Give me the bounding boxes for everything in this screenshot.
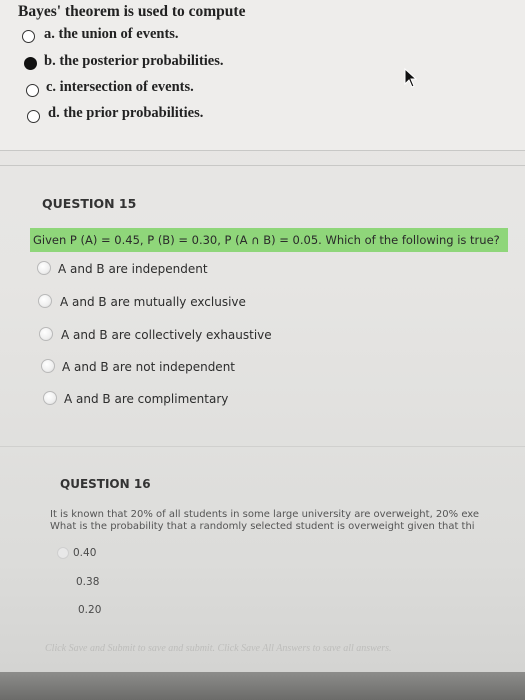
q14-option-c-label[interactable]: c. intersection of events. [46,79,194,96]
question-15-heading: QUESTION 15 [42,196,137,211]
question-16-heading: QUESTION 16 [60,477,151,491]
mouse-pointer-icon [404,68,418,88]
q14-option-c-radio[interactable] [26,84,39,97]
q15-option-1-radio[interactable] [37,261,51,275]
section-divider-q16 [0,446,525,447]
save-instructions: Click Save and Submit to save and submit… [45,643,392,654]
q15-option-4-radio[interactable] [41,359,55,373]
question-14-panel [0,0,525,150]
section-divider-q15 [0,165,525,166]
q15-option-5-radio[interactable] [43,391,57,405]
q14-option-b-radio[interactable] [24,57,37,70]
section-divider-top [0,150,525,151]
q15-option-4-label[interactable]: A and B are not independent [62,360,235,374]
q16-option-3-label[interactable]: 0.20 [78,604,101,616]
q16-option-2-label[interactable]: 0.38 [76,576,99,588]
q16-option-1-label[interactable]: 0.40 [73,547,96,559]
q14-option-a-radio[interactable] [22,30,35,43]
q15-option-5-label[interactable]: A and B are complimentary [64,392,228,406]
q15-option-3-label[interactable]: A and B are collectively exhaustive [61,328,272,342]
question-16-prompt-line-2: What is the probability that a randomly … [50,521,475,532]
q15-option-2-radio[interactable] [38,294,52,308]
question-16-prompt-line-1: It is known that 20% of all students in … [50,509,480,520]
q16-option-1-radio[interactable] [57,547,69,559]
q15-option-1-label[interactable]: A and B are independent [58,262,208,276]
q14-option-d-label[interactable]: d. the prior probabilities. [48,105,203,122]
q14-option-a-label[interactable]: a. the union of events. [44,26,179,43]
q15-option-2-label[interactable]: A and B are mutually exclusive [60,295,246,309]
question-15-prompt: Given P (A) = 0.45, P (B) = 0.30, P (A ∩… [30,228,508,252]
q15-option-3-radio[interactable] [39,327,53,341]
question-14-prompt: Bayes' theorem is used to compute [18,3,246,20]
bottom-toolbar [0,672,525,700]
q14-option-d-radio[interactable] [27,110,40,123]
q14-option-b-label[interactable]: b. the posterior probabilities. [44,53,224,70]
